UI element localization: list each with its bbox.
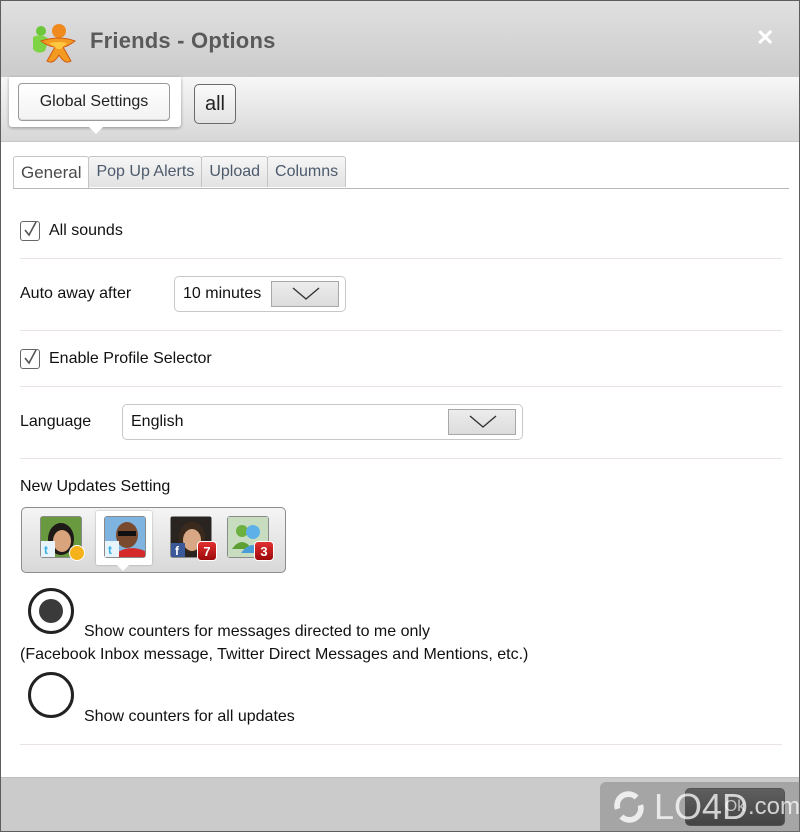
language-label: Language: [20, 413, 92, 430]
tab-general[interactable]: General: [13, 156, 90, 188]
divider: [20, 744, 782, 745]
watermark: LO4D .com: [600, 782, 800, 832]
account-avatar-twitter-1[interactable]: t: [40, 516, 85, 561]
auto-away-label: Auto away after: [20, 285, 132, 302]
auto-away-select[interactable]: 10 minutes: [174, 276, 346, 312]
account-selector-bar: t t f 7 3: [21, 507, 286, 573]
title-bar: Friends - Options ✕: [1, 1, 799, 77]
unread-count-badge: 3: [254, 541, 274, 561]
all-sounds-label: All sounds: [49, 222, 123, 239]
all-sounds-checkbox[interactable]: [20, 221, 40, 241]
watermark-text: LO4D: [653, 786, 748, 827]
account-avatar-facebook[interactable]: f 7: [170, 516, 217, 561]
tab-upload[interactable]: Upload: [201, 156, 269, 187]
global-settings-popover: Global Settings: [9, 77, 181, 134]
svg-text:t: t: [44, 543, 48, 557]
away-status-icon: [69, 545, 85, 561]
profile-bar: Global Settings all: [1, 77, 799, 142]
friends-logo-icon: [33, 24, 77, 63]
all-profiles-button[interactable]: all: [194, 84, 236, 124]
account-avatar-twitter-2[interactable]: t: [104, 516, 146, 558]
directed-only-sublabel: (Facebook Inbox message, Twitter Direct …: [20, 646, 529, 663]
account-avatar-messenger[interactable]: 3: [227, 516, 274, 561]
refresh-arrows-icon: [614, 791, 644, 823]
divider: [20, 330, 782, 331]
profile-selector-label: Enable Profile Selector: [49, 350, 212, 367]
unread-count-badge: 7: [197, 541, 217, 561]
tab-columns[interactable]: Columns: [267, 156, 347, 187]
dropdown-arrow-button[interactable]: [271, 281, 339, 307]
chevron-down-icon: [292, 287, 320, 300]
tab-divider: [13, 188, 789, 189]
watermark-suffix: .com: [747, 793, 800, 820]
all-updates-label: Show counters for all updates: [84, 708, 295, 725]
radio-all-updates[interactable]: [28, 672, 74, 718]
global-settings-button[interactable]: Global Settings: [18, 83, 170, 121]
radio-directed-only[interactable]: [28, 588, 74, 634]
profile-selector-checkbox[interactable]: [20, 349, 40, 369]
chevron-down-icon: [469, 415, 497, 428]
tab-bar: General Pop Up Alerts Upload Columns: [13, 156, 347, 188]
checkmark-icon: [24, 349, 37, 365]
auto-away-value: 10 minutes: [183, 285, 262, 302]
language-value: English: [131, 413, 184, 430]
close-icon[interactable]: ✕: [756, 27, 774, 49]
divider: [20, 386, 782, 387]
new-updates-label: New Updates Setting: [20, 478, 171, 495]
svg-text:t: t: [108, 543, 112, 557]
tab-pop-up-alerts[interactable]: Pop Up Alerts: [88, 156, 203, 187]
radio-selected-dot: [39, 599, 63, 623]
window-title: Friends - Options: [90, 28, 276, 53]
language-select[interactable]: English: [122, 404, 523, 440]
dropdown-arrow-button[interactable]: [448, 409, 516, 435]
checkmark-icon: [24, 221, 37, 237]
divider: [20, 258, 782, 259]
person-photo-icon: t: [105, 517, 145, 557]
options-window: Friends - Options ✕ Global Settings all …: [0, 0, 800, 832]
divider: [20, 458, 782, 459]
directed-only-label: Show counters for messages directed to m…: [84, 623, 430, 640]
